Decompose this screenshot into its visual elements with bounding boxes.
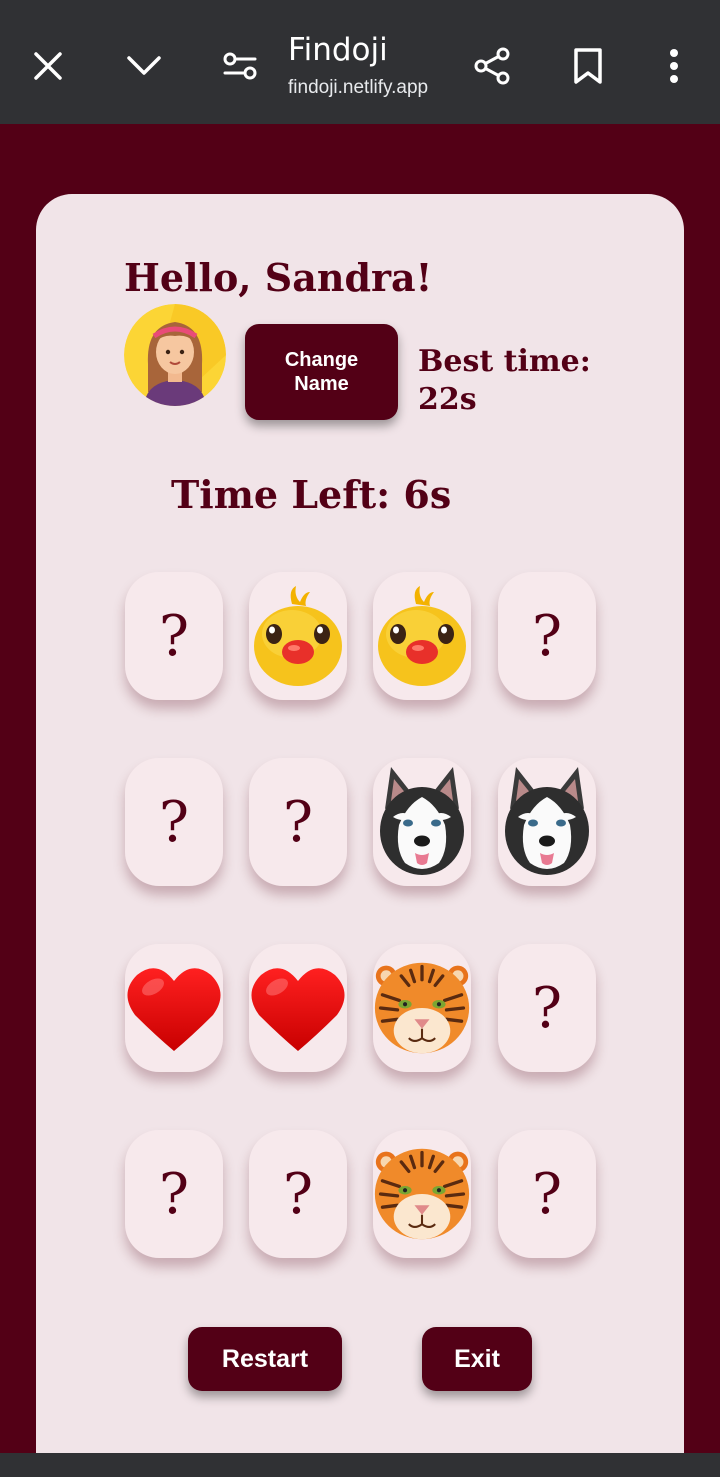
hidden-symbol: ? xyxy=(158,789,190,855)
card-hidden[interactable]: ? xyxy=(249,758,347,886)
card-heart[interactable] xyxy=(125,944,223,1072)
card-tiger[interactable] xyxy=(373,944,471,1072)
more-vert-icon[interactable] xyxy=(642,34,706,98)
card-chick[interactable] xyxy=(249,572,347,700)
card-chick[interactable] xyxy=(373,572,471,700)
card-hidden[interactable]: ? xyxy=(125,572,223,700)
card-hidden[interactable]: ? xyxy=(498,944,596,1072)
hidden-symbol: ? xyxy=(158,1161,190,1227)
page-title: Findoji xyxy=(288,32,388,68)
exit-label: Exit xyxy=(454,1344,500,1373)
heart-icon xyxy=(251,968,345,1051)
hidden-symbol: ? xyxy=(282,789,314,855)
time-left: Time Left: 6s xyxy=(171,472,452,517)
restart-label: Restart xyxy=(221,1344,309,1373)
system-nav-bar xyxy=(0,1453,720,1477)
card-hidden[interactable]: ? xyxy=(498,1130,596,1258)
page-url[interactable]: findoji.netlify.app xyxy=(288,77,428,99)
avatar xyxy=(124,304,226,406)
hidden-symbol: ? xyxy=(531,603,563,669)
card-husky[interactable] xyxy=(373,758,471,886)
card-heart[interactable] xyxy=(249,944,347,1072)
chevron-down-icon[interactable] xyxy=(112,34,176,98)
browser-toolbar: Findoji findoji.netlify.app xyxy=(0,0,720,124)
greeting: Hello, Sandra! xyxy=(124,255,433,300)
share-icon[interactable] xyxy=(460,34,524,98)
change-name-label: Change Name xyxy=(284,349,359,395)
best-time: Best time: 22s xyxy=(418,343,618,419)
tiger-icon xyxy=(374,962,470,1054)
card-hidden[interactable]: ? xyxy=(249,1130,347,1258)
heart-icon xyxy=(127,968,221,1051)
restart-button[interactable]: Restart xyxy=(188,1327,342,1391)
best-time-value: 22s xyxy=(418,382,477,417)
best-time-label: Best time: xyxy=(418,344,591,379)
hidden-symbol: ? xyxy=(282,1161,314,1227)
bookmark-icon[interactable] xyxy=(556,34,620,98)
exit-button[interactable]: Exit xyxy=(422,1327,532,1391)
card-hidden[interactable]: ? xyxy=(125,758,223,886)
close-icon[interactable] xyxy=(16,34,80,98)
card-hidden[interactable]: ? xyxy=(125,1130,223,1258)
change-name-button[interactable]: Change Name xyxy=(245,324,398,420)
chick-icon xyxy=(254,586,342,686)
card-hidden[interactable]: ? xyxy=(498,572,596,700)
tiger-icon xyxy=(374,1148,470,1240)
chick-icon xyxy=(378,586,466,686)
hidden-symbol: ? xyxy=(158,603,190,669)
card-husky[interactable] xyxy=(498,758,596,886)
husky-icon xyxy=(380,767,464,875)
card-tiger[interactable] xyxy=(373,1130,471,1258)
husky-icon xyxy=(505,767,589,875)
site-settings-icon[interactable] xyxy=(208,34,272,98)
hidden-symbol: ? xyxy=(531,1161,563,1227)
hidden-symbol: ? xyxy=(531,975,563,1041)
